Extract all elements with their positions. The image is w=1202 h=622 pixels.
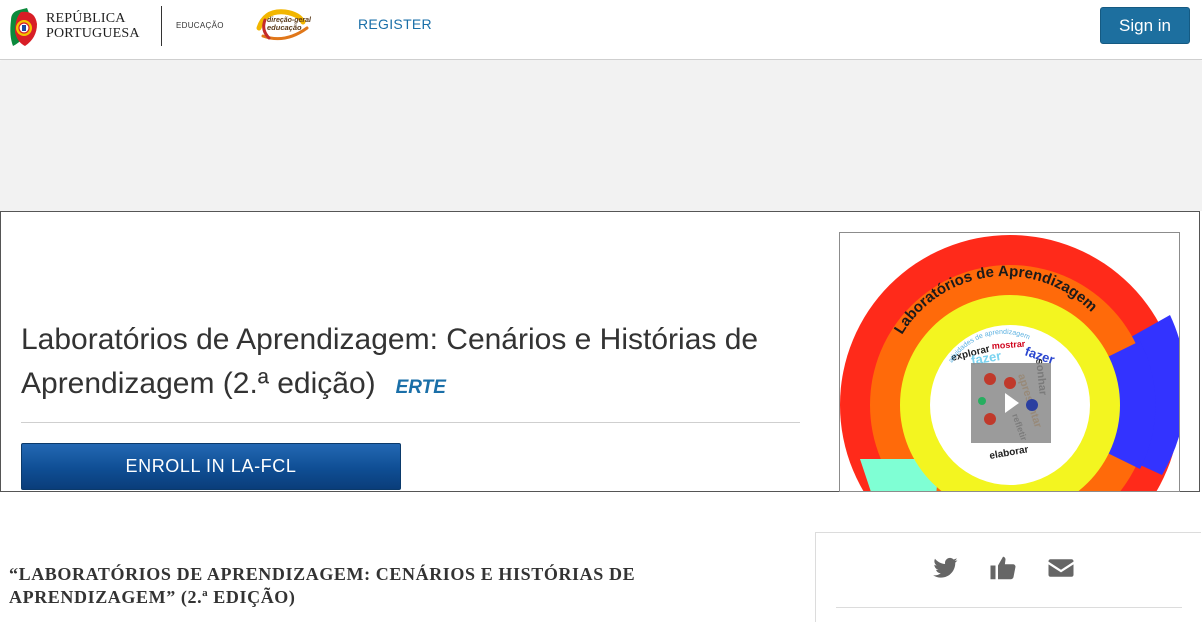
course-image-graphic: Laboratórios de Aprendizagem explorar mo… xyxy=(840,235,1179,491)
portugal-emblem-icon xyxy=(10,8,37,46)
republica-portuguesa-wordmark: REPÚBLICA PORTUGUESA xyxy=(46,11,140,41)
course-hero: Laboratórios de Aprendizagem: Cenários e… xyxy=(0,211,1200,492)
email-icon[interactable] xyxy=(1046,553,1076,583)
dge-logo-line2: educação xyxy=(267,23,302,32)
twitter-icon[interactable] xyxy=(930,553,960,583)
register-link[interactable]: REGISTER xyxy=(358,16,432,32)
gov-logo-line1: REPÚBLICA xyxy=(46,11,126,26)
site-header: REPÚBLICA PORTUGUESA EDUCAÇÃO direção-ge… xyxy=(0,0,1202,60)
video-thumbnail[interactable] xyxy=(971,363,1051,443)
dge-logo[interactable]: direção-geral educação xyxy=(255,6,315,46)
gov-logo-line2: PORTUGUESA xyxy=(46,26,140,41)
course-image[interactable]: Laboratórios de Aprendizagem explorar mo… xyxy=(839,232,1180,492)
enroll-button[interactable]: ENROLL IN LA-FCL xyxy=(21,443,401,490)
course-title: Laboratórios de Aprendizagem: Cenários e… xyxy=(21,318,811,410)
course-organization[interactable]: ERTE xyxy=(396,377,446,398)
ministry-label: EDUCAÇÃO xyxy=(176,21,224,30)
share-icons xyxy=(930,553,1080,585)
sign-in-button[interactable]: Sign in xyxy=(1100,7,1190,44)
logo-divider xyxy=(161,6,162,46)
facebook-like-icon[interactable] xyxy=(988,553,1018,583)
republica-portuguesa-logo[interactable]: REPÚBLICA PORTUGUESA xyxy=(9,6,159,48)
share-panel xyxy=(815,532,1201,622)
course-title-text: Laboratórios de Aprendizagem: Cenários e… xyxy=(21,323,759,400)
course-banner-background xyxy=(0,61,1202,211)
share-divider xyxy=(836,607,1182,608)
hero-divider xyxy=(21,422,800,423)
about-heading: “LABORATÓRIOS DE APRENDIZAGEM: CENÁRIOS … xyxy=(9,564,636,607)
